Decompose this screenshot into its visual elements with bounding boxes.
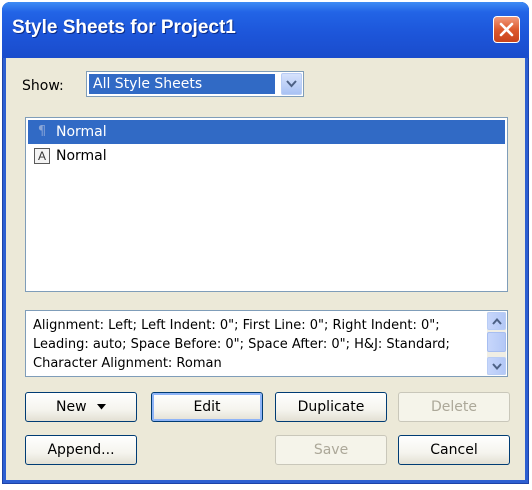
append-button[interactable]: Append... <box>25 435 137 465</box>
duplicate-button[interactable]: Duplicate <box>275 392 387 422</box>
chevron-down-icon <box>492 363 502 370</box>
list-item-label: Normal <box>56 124 107 140</box>
close-button[interactable] <box>493 16 520 43</box>
paragraph-style-icon: ¶ <box>37 124 47 139</box>
scroll-down-button[interactable] <box>487 357 506 375</box>
new-button-label: New <box>56 399 87 415</box>
show-dropdown-value: All Style Sheets <box>89 74 275 94</box>
dropdown-arrow-button[interactable] <box>281 73 302 95</box>
scroll-up-button[interactable] <box>487 312 506 330</box>
delete-button[interactable]: Delete <box>398 392 510 422</box>
list-item[interactable]: A Normal <box>28 144 505 168</box>
dialog-body: Show: All Style Sheets ¶ Normal A Normal… <box>6 58 525 480</box>
scroll-thumb[interactable] <box>487 332 506 352</box>
chevron-down-icon <box>286 80 297 88</box>
new-button[interactable]: New <box>25 392 137 422</box>
style-description-text: Alignment: Left; Left Indent: 0"; First … <box>33 318 450 371</box>
dialog-title: Style Sheets for Project1 <box>12 17 236 38</box>
close-icon <box>499 22 514 37</box>
title-bar[interactable]: Style Sheets for Project1 <box>2 2 529 58</box>
style-description-box: Alignment: Left; Left Indent: 0"; First … <box>25 310 508 377</box>
style-sheets-dialog: Style Sheets for Project1 Show: All Styl… <box>2 2 529 484</box>
save-button[interactable]: Save <box>275 435 387 465</box>
list-item-label: Normal <box>56 148 107 164</box>
show-dropdown[interactable]: All Style Sheets <box>86 71 304 97</box>
chevron-up-icon <box>492 318 502 325</box>
cancel-button[interactable]: Cancel <box>398 435 510 465</box>
list-item[interactable]: ¶ Normal <box>28 120 505 144</box>
dropdown-caret-icon <box>97 404 106 410</box>
edit-button[interactable]: Edit <box>151 392 263 422</box>
character-style-icon: A <box>34 148 50 164</box>
vertical-scrollbar[interactable] <box>487 312 506 375</box>
style-sheet-list[interactable]: ¶ Normal A Normal <box>25 117 508 292</box>
show-label: Show: <box>22 78 64 94</box>
